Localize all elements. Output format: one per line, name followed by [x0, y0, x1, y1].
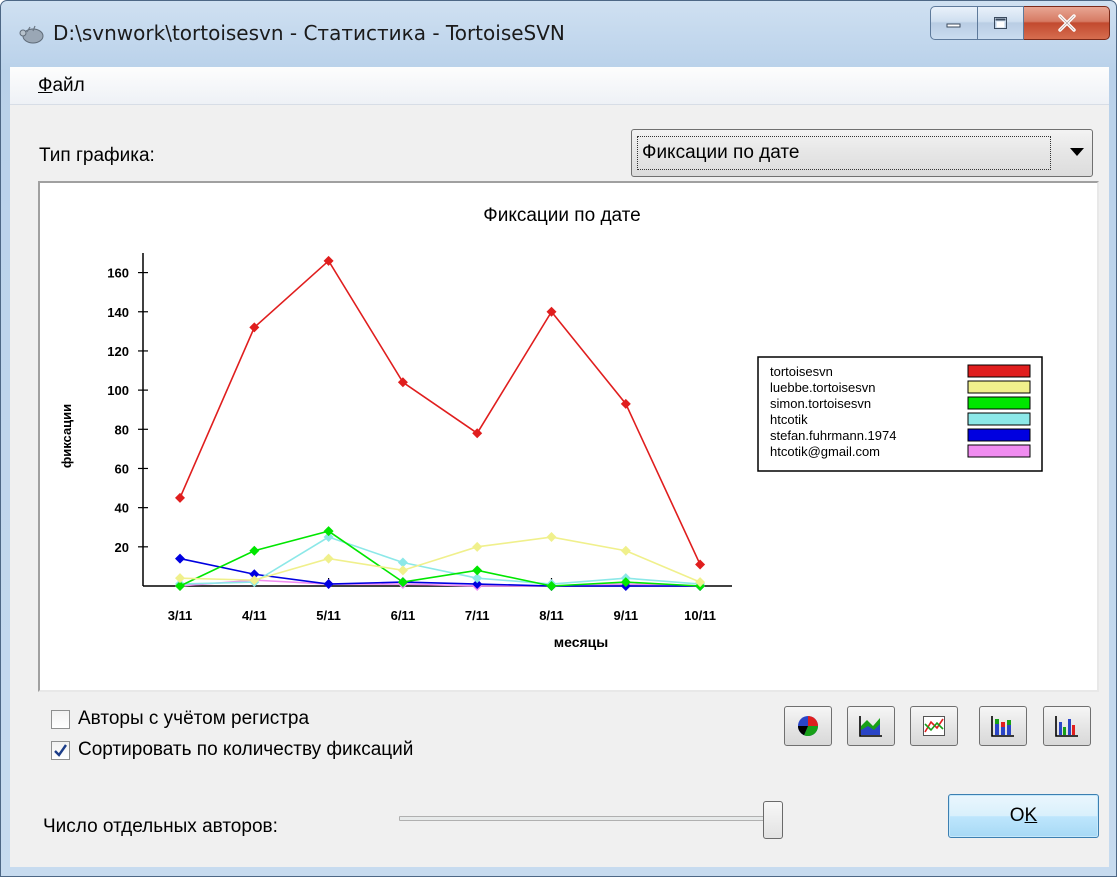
case-sensitive-checkbox[interactable]: [51, 709, 70, 729]
legend-swatch: [967, 396, 1031, 410]
chart-title: Фиксации по дате: [483, 205, 640, 226]
series-line: [179, 259, 701, 565]
legend-swatch: [967, 412, 1031, 426]
data-point: [472, 428, 483, 439]
data-point: [695, 559, 706, 570]
stacked-bar-chart-icon: [991, 716, 1014, 737]
sort-by-commits-label: Сортировать по количеству фиксаций: [78, 739, 414, 760]
y-tick-label: 60: [115, 461, 129, 476]
close-button[interactable]: [1024, 6, 1110, 40]
title-bar[interactable]: D:\svnwork\tortoisesvn - Статистика - To…: [1, 1, 1116, 67]
legend-label: stefan.fuhrmann.1974: [770, 428, 896, 443]
line-chart-icon: [923, 716, 945, 736]
x-tick-label: 9/11: [614, 608, 639, 623]
commits-by-date-chart: Фиксации по дате фиксации месяцы 20 40 60 8…: [59, 205, 1043, 650]
legend-swatch: [967, 380, 1031, 394]
area-chart-icon: [859, 716, 882, 737]
data-point: [620, 545, 631, 556]
ok-label-accel: K: [1024, 805, 1038, 826]
maximize-button[interactable]: [978, 6, 1024, 40]
ok-label-pre: O: [1009, 805, 1025, 826]
bar-chart-button[interactable]: [1043, 706, 1091, 746]
data-point: [546, 581, 557, 591]
checkmark-icon: [54, 743, 67, 757]
maximize-icon: [993, 17, 1007, 29]
tortoisesvn-icon: [19, 25, 44, 44]
data-point: [397, 377, 408, 388]
graph-type-dropdown[interactable]: Фиксации по дате: [631, 129, 1093, 177]
x-tick-label: 3/11: [168, 608, 193, 623]
y-tick-label: 160: [107, 266, 129, 281]
y-tick-label: 100: [107, 383, 129, 398]
data-point: [472, 541, 483, 552]
data-point: [323, 553, 334, 564]
legend-swatch: [967, 444, 1031, 458]
y-tick-label: 120: [107, 344, 129, 359]
menu-file-rest: айл: [52, 75, 85, 96]
y-tick-label: 80: [115, 422, 129, 437]
x-tick-label: 6/11: [391, 608, 416, 623]
chart-ylabel: фиксации: [59, 404, 74, 468]
ok-button[interactable]: OK: [948, 794, 1099, 838]
area-chart-button[interactable]: [847, 706, 895, 746]
minimize-button[interactable]: [930, 6, 978, 40]
window-title: D:\svnwork\tortoisesvn - Статистика - To…: [53, 21, 565, 45]
menu-file[interactable]: Файл: [38, 75, 85, 97]
legend-label: htcotik: [770, 412, 808, 427]
window-controls: [930, 6, 1110, 40]
x-tick-label: 7/11: [465, 608, 490, 623]
authors-count-slider-track[interactable]: [399, 816, 783, 821]
stacked-bar-chart-button[interactable]: [979, 706, 1027, 746]
x-tick-label: 5/11: [316, 608, 341, 623]
legend-label: htcotik@gmail.com: [770, 444, 880, 459]
pie-chart-button[interactable]: [784, 706, 832, 746]
chart-area: Фиксации по дате фиксации месяцы 20 40 60 8…: [38, 181, 1099, 692]
authors-count-slider-thumb[interactable]: [763, 801, 783, 839]
y-tick-label: 20: [115, 540, 129, 555]
sort-by-commits-checkbox-row[interactable]: Сортировать по количеству фиксаций: [51, 739, 413, 761]
graph-type-selected: Фиксации по дате: [637, 136, 1051, 170]
chart-xlabel: месяцы: [554, 634, 608, 650]
close-icon: [1057, 14, 1076, 32]
x-tick-label: 8/11: [539, 608, 564, 623]
pie-chart-icon: [797, 716, 819, 737]
data-point: [249, 545, 260, 556]
data-point: [175, 573, 185, 584]
legend-label: tortoisesvn: [770, 364, 833, 379]
statistics-window: D:\svnwork\tortoisesvn - Статистика - To…: [0, 0, 1117, 877]
sort-by-commits-checkbox[interactable]: [51, 740, 70, 760]
legend-label: luebbe.tortoisesvn: [770, 380, 876, 395]
dropdown-arrow-icon: [1070, 148, 1084, 156]
minimize-icon: [946, 23, 961, 28]
data-point: [175, 553, 185, 564]
case-sensitive-label: Авторы с учётом регистра: [78, 708, 310, 729]
legend-swatch: [967, 428, 1031, 442]
dialog-client: Тип графика: Фиксации по дате Фиксации п…: [10, 105, 1109, 867]
data-point: [175, 492, 185, 503]
graph-type-label: Тип графика:: [39, 145, 155, 166]
legend-swatch: [967, 364, 1031, 378]
data-point: [472, 565, 483, 576]
y-tick-label: 40: [115, 501, 129, 516]
legend-label: simon.tortoisesvn: [770, 396, 871, 411]
case-sensitive-checkbox-row[interactable]: Авторы с учётом регистра: [51, 708, 309, 730]
data-point: [323, 526, 334, 537]
authors-count-label: Число отдельных авторов:: [43, 816, 278, 837]
menu-bar: Файл: [10, 67, 1109, 105]
chart-legend: tortoisesvnluebbe.tortoisesvnsimon.torto…: [757, 356, 1043, 472]
y-tick-label: 140: [107, 305, 129, 320]
bar-chart-icon: [1055, 716, 1078, 737]
x-tick-label: 10/11: [684, 608, 716, 623]
menu-file-accel: Ф: [38, 75, 53, 96]
data-point: [323, 579, 334, 590]
series-tortoisesvn: [175, 255, 706, 570]
data-point: [249, 575, 260, 586]
line-chart-button[interactable]: [910, 706, 958, 746]
data-point: [546, 532, 557, 543]
x-tick-label: 4/11: [242, 608, 267, 623]
data-point: [397, 565, 408, 576]
